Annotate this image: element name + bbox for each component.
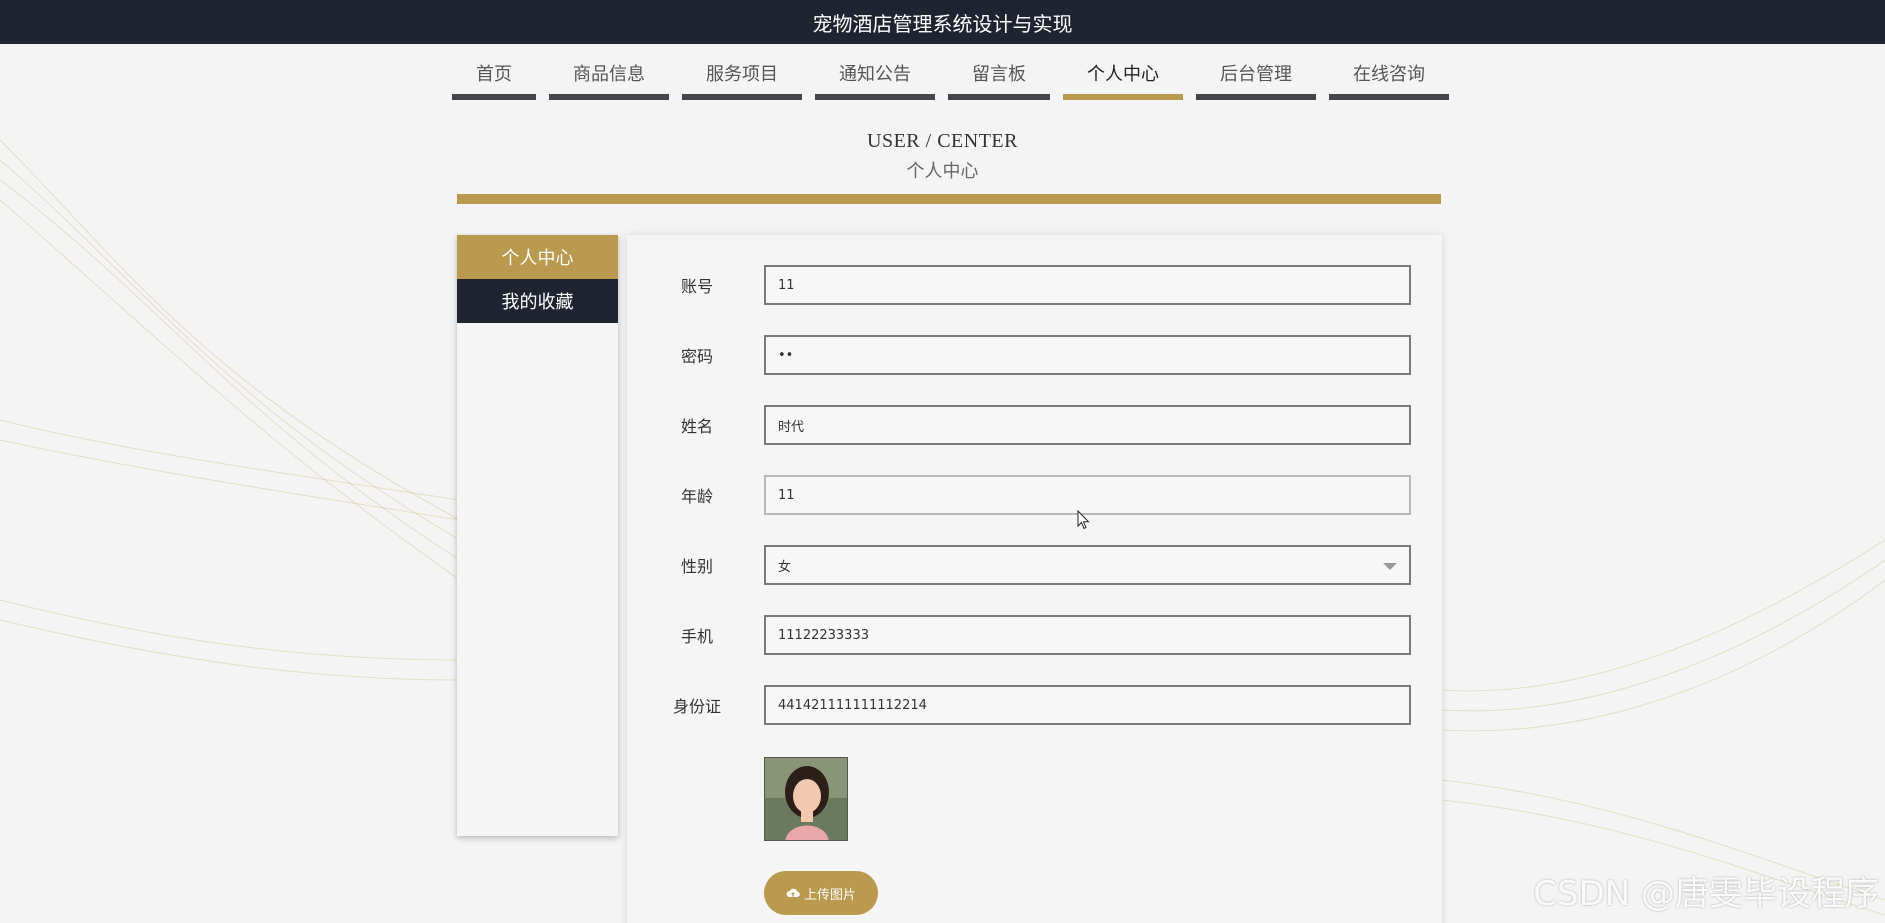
- section-divider: [457, 194, 1441, 204]
- password-field[interactable]: ••: [764, 335, 1411, 375]
- sidebar-item-user-center[interactable]: 个人中心: [457, 235, 618, 279]
- nav-item-products[interactable]: 商品信息: [549, 58, 669, 100]
- id-card-label: 身份证: [672, 697, 721, 716]
- nav-item-home[interactable]: 首页: [452, 58, 536, 100]
- section-heading: USER / CENTER 个人中心: [0, 130, 1885, 183]
- account-field[interactable]: 11: [764, 265, 1411, 305]
- form-row-password: 密码 ••: [627, 335, 1442, 375]
- nav-item-notices[interactable]: 通知公告: [815, 58, 935, 100]
- cloud-upload-icon: [786, 888, 800, 898]
- phone-field[interactable]: 11122233333: [764, 615, 1411, 655]
- nav-item-user-center[interactable]: 个人中心: [1063, 58, 1183, 100]
- gender-value: 女: [778, 559, 792, 575]
- nav-item-admin[interactable]: 后台管理: [1196, 58, 1316, 100]
- nav-item-online-consult[interactable]: 在线咨询: [1329, 58, 1449, 100]
- account-label: 账号: [680, 277, 713, 296]
- password-label: 密码: [680, 347, 713, 366]
- name-field[interactable]: 时代: [764, 405, 1411, 445]
- sidebar-item-favorites[interactable]: 我的收藏: [457, 279, 618, 323]
- name-label: 姓名: [680, 417, 713, 436]
- nav-item-message-board[interactable]: 留言板: [948, 58, 1050, 100]
- app-title: 宠物酒店管理系统设计与实现: [812, 11, 1073, 36]
- main-nav: 首页 商品信息 服务项目 通知公告 留言板 个人中心 后台管理 在线咨询: [452, 58, 1449, 100]
- form-row-name: 姓名 时代: [627, 405, 1442, 445]
- watermark: CSDN @唐雯毕设程序: [1533, 874, 1879, 914]
- id-card-field[interactable]: 441421111111112214: [764, 685, 1411, 725]
- mouse-pointer-icon: [1077, 510, 1090, 530]
- section-title-zh: 个人中心: [906, 161, 979, 182]
- nav-item-services[interactable]: 服务项目: [682, 58, 802, 100]
- gender-label: 性别: [680, 557, 713, 576]
- form-row-phone: 手机 11122233333: [627, 615, 1442, 655]
- age-label: 年龄: [680, 487, 713, 506]
- section-title-en: USER / CENTER: [867, 130, 1018, 152]
- form-row-age: 年龄 11: [627, 475, 1442, 515]
- form-row-account: 账号 11: [627, 265, 1442, 305]
- upload-image-button[interactable]: 上传图片: [764, 871, 878, 915]
- avatar-image: [764, 757, 848, 841]
- upload-button-label: 上传图片: [803, 887, 856, 903]
- phone-label: 手机: [680, 627, 713, 646]
- sidebar: 个人中心 我的收藏: [457, 235, 618, 836]
- form-row-id-card: 身份证 441421111111112214: [627, 685, 1442, 725]
- chevron-down-icon: [1383, 563, 1397, 570]
- app-title-bar: 宠物酒店管理系统设计与实现: [0, 0, 1885, 44]
- gender-select[interactable]: 女: [764, 545, 1411, 585]
- profile-form: 账号 11 密码 •• 姓名 时代 年龄 11 性别 女 手机 11122233…: [627, 235, 1442, 923]
- form-row-gender: 性别 女: [627, 545, 1442, 585]
- age-field[interactable]: 11: [764, 475, 1411, 515]
